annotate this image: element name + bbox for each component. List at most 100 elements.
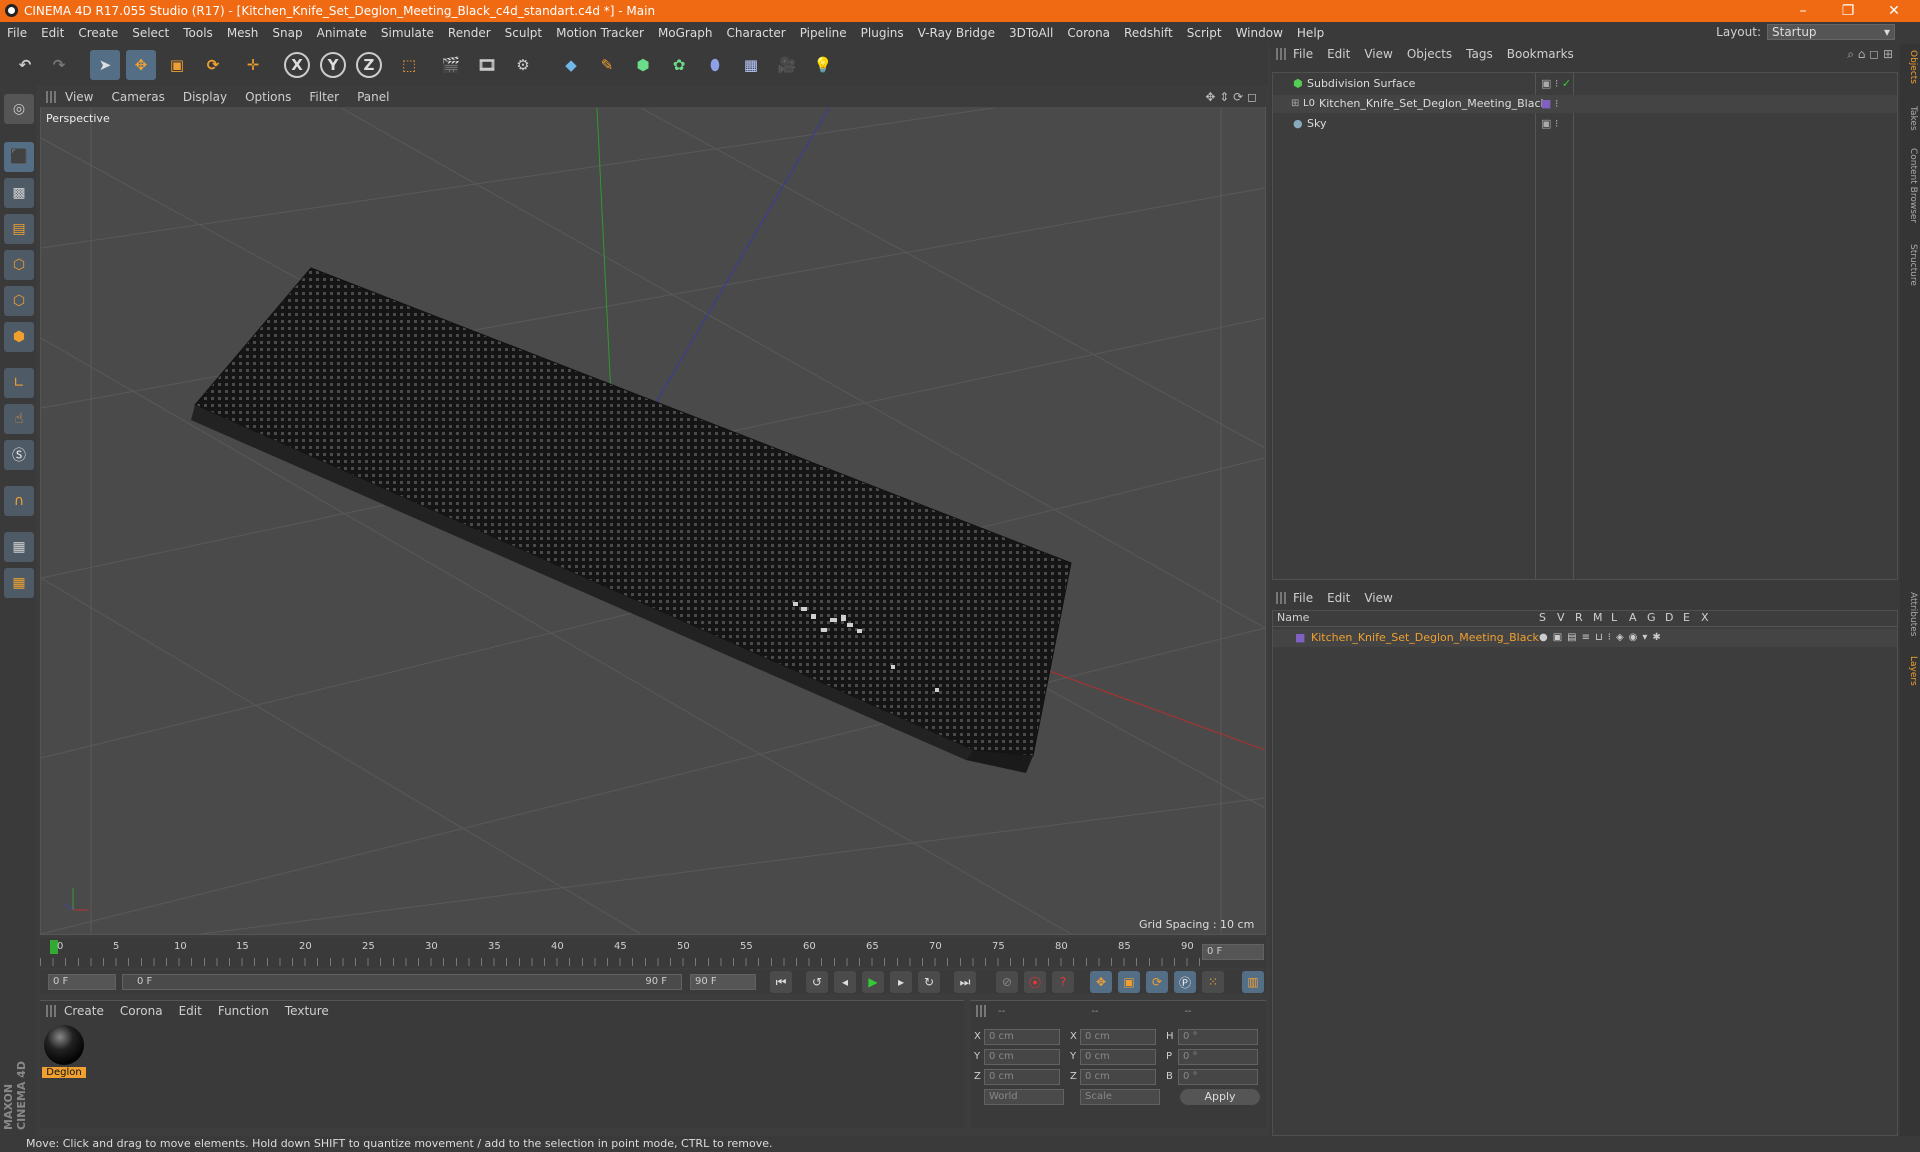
visibility-dots[interactable]: ▣ ⁝ ✓ xyxy=(1541,75,1571,93)
tab-layers[interactable]: Layers xyxy=(1902,656,1918,686)
layer-menu-view[interactable]: View xyxy=(1357,591,1399,605)
layer-menu-file[interactable]: File xyxy=(1286,591,1320,605)
record-keys-icon[interactable]: ⊘ xyxy=(996,971,1018,993)
scale-tool-icon[interactable]: ▣ xyxy=(162,50,192,80)
z-axis-lock-button[interactable]: Z xyxy=(356,52,382,78)
key-scale-icon[interactable]: ▣ xyxy=(1118,971,1140,993)
visibility-dots[interactable]: ▣ ⁝ xyxy=(1541,115,1558,133)
menu-plugins[interactable]: Plugins xyxy=(854,26,911,40)
layer-name[interactable]: Kitchen_Knife_Set_Deglon_Meeting_Black xyxy=(1311,629,1539,647)
frame-range-slider[interactable]: 0 F 90 F xyxy=(122,974,682,990)
maximize-button[interactable]: ❐ xyxy=(1833,2,1863,20)
apply-button[interactable]: Apply xyxy=(1180,1089,1260,1105)
viewport-menu-options[interactable]: Options xyxy=(236,90,300,104)
object-manager-tools-icons[interactable]: ⌕ ⌂ ◻ ⊞ xyxy=(1840,47,1900,62)
rotate-tool-icon[interactable]: ⟳ xyxy=(198,50,228,80)
key-parameter-icon[interactable]: Ⓟ xyxy=(1174,971,1196,993)
axis-mode-icon[interactable]: ∟ xyxy=(4,368,34,398)
close-button[interactable]: ✕ xyxy=(1879,2,1909,20)
autokey-icon[interactable]: ⦿ xyxy=(1024,971,1046,993)
pen-spline-icon[interactable]: ✎ xyxy=(592,50,622,80)
key-pla-icon[interactable]: ⁙ xyxy=(1202,971,1224,993)
menu-snap[interactable]: Snap xyxy=(265,26,309,40)
x-axis-lock-button[interactable]: X xyxy=(284,52,310,78)
polygons-mode-icon[interactable]: ⬢ xyxy=(4,322,34,352)
tweak-mode-icon[interactable]: ☝ xyxy=(4,404,34,434)
menu-pipeline[interactable]: Pipeline xyxy=(793,26,854,40)
go-to-start-icon[interactable]: ⏮ xyxy=(770,971,792,993)
menu-redshift[interactable]: Redshift xyxy=(1117,26,1180,40)
material-menu-texture[interactable]: Texture xyxy=(277,1004,337,1018)
layer-color-icon[interactable]: ■ ⁝ xyxy=(1541,95,1558,113)
camera-icon[interactable]: 🎥 xyxy=(772,50,802,80)
knife-set-model[interactable] xyxy=(191,267,1072,773)
next-frame-icon[interactable]: ▸ xyxy=(890,971,912,993)
y-axis-lock-button[interactable]: Y xyxy=(320,52,346,78)
viewport-menu-filter[interactable]: Filter xyxy=(300,90,348,104)
render-picture-viewer-icon[interactable]: 🎞 xyxy=(472,50,502,80)
layer-menu-edit[interactable]: Edit xyxy=(1320,591,1357,605)
current-frame-field[interactable]: 0 F xyxy=(1202,944,1264,960)
previous-frame-icon[interactable]: ◂ xyxy=(834,971,856,993)
material-menu-create[interactable]: Create xyxy=(56,1004,112,1018)
render-view-icon[interactable]: 🎬 xyxy=(436,50,466,80)
lock-workplane-icon[interactable]: ▦ xyxy=(4,532,34,562)
size-z-field[interactable]: 0 cm xyxy=(1080,1069,1156,1085)
texture-mode-icon[interactable]: ▩ xyxy=(4,178,34,208)
rotation-b-field[interactable]: 0 ° xyxy=(1178,1069,1258,1085)
material-menu-corona[interactable]: Corona xyxy=(112,1004,171,1018)
cube-object-icon[interactable]: ◆ xyxy=(556,50,586,80)
light-icon[interactable]: 💡 xyxy=(808,50,838,80)
move-tool-icon[interactable]: ✥ xyxy=(126,50,156,80)
menu-help[interactable]: Help xyxy=(1290,26,1331,40)
menu-animate[interactable]: Animate xyxy=(310,26,374,40)
select-tool-icon[interactable]: ➤ xyxy=(90,50,120,80)
tab-takes[interactable]: Takes xyxy=(1902,106,1918,131)
tab-objects[interactable]: Objects xyxy=(1902,50,1918,84)
cloner-icon[interactable]: ✿ xyxy=(664,50,694,80)
object-menu-file[interactable]: File xyxy=(1286,47,1320,61)
viewport-nav-icons[interactable]: ✥ ⇕ ⟳ ◻ xyxy=(1196,90,1266,104)
object-row[interactable]: ⬢ Subdivision Surface ▣ ⁝ ✓ xyxy=(1273,75,1897,93)
tab-attributes[interactable]: Attributes xyxy=(1902,592,1918,636)
menu-file[interactable]: File xyxy=(0,26,34,40)
go-to-end-icon[interactable]: ⏭ xyxy=(954,971,976,993)
edges-mode-icon[interactable]: ⬡ xyxy=(4,286,34,316)
workplane-mode-icon[interactable]: ▤ xyxy=(4,214,34,244)
deformer-icon[interactable]: ⬮ xyxy=(700,50,730,80)
menu-3dtoall[interactable]: 3DToAll xyxy=(1002,26,1060,40)
coordinate-system-icon[interactable]: ⬚ xyxy=(394,50,424,80)
transform-tool-icon[interactable]: ✛ xyxy=(238,50,268,80)
object-menu-view[interactable]: View xyxy=(1357,47,1399,61)
menu-edit[interactable]: Edit xyxy=(34,26,71,40)
timeline-ruler[interactable]: 0 5 10 15 20 25 30 35 40 45 50 55 60 65 … xyxy=(40,938,1266,968)
model-mode-icon[interactable]: ⬛ xyxy=(4,142,34,172)
tab-structure[interactable]: Structure xyxy=(1902,244,1918,286)
rotation-p-field[interactable]: 0 ° xyxy=(1178,1049,1258,1065)
subdivision-surface-icon[interactable]: ⬢ xyxy=(628,50,658,80)
menu-vray-bridge[interactable]: V-Ray Bridge xyxy=(911,26,1002,40)
render-settings-icon[interactable]: ⚙ xyxy=(508,50,538,80)
layer-row[interactable]: ■ Kitchen_Knife_Set_Deglon_Meeting_Black… xyxy=(1273,629,1897,647)
size-mode-dropdown[interactable]: Scale xyxy=(1080,1089,1160,1105)
rotation-h-field[interactable]: 0 ° xyxy=(1178,1029,1258,1045)
material-menu-edit[interactable]: Edit xyxy=(171,1004,210,1018)
object-menu-edit[interactable]: Edit xyxy=(1320,47,1357,61)
position-y-field[interactable]: 0 cm xyxy=(984,1049,1060,1065)
layout-dropdown[interactable]: Startup xyxy=(1767,24,1895,40)
coord-mode-dropdown[interactable]: World xyxy=(984,1089,1064,1105)
size-y-field[interactable]: 0 cm xyxy=(1080,1049,1156,1065)
timeline-window-icon[interactable]: ▥ xyxy=(1242,971,1264,993)
undo-icon[interactable]: ↶ xyxy=(10,50,40,80)
keyframe-selection-icon[interactable]: ? xyxy=(1052,971,1074,993)
expand-icon[interactable]: ⊞ xyxy=(1291,95,1299,113)
check-icon[interactable]: ✓ xyxy=(1562,77,1571,90)
start-frame-field[interactable]: 0 F xyxy=(48,974,116,990)
previous-key-icon[interactable]: ↺ xyxy=(806,971,828,993)
play-icon[interactable]: ▶ xyxy=(862,971,884,993)
object-menu-bookmarks[interactable]: Bookmarks xyxy=(1500,47,1581,61)
tab-content-browser[interactable]: Content Browser xyxy=(1902,148,1918,223)
viewport-menu-display[interactable]: Display xyxy=(174,90,236,104)
menu-motion-tracker[interactable]: Motion Tracker xyxy=(549,26,651,40)
key-rotation-icon[interactable]: ⟳ xyxy=(1146,971,1168,993)
